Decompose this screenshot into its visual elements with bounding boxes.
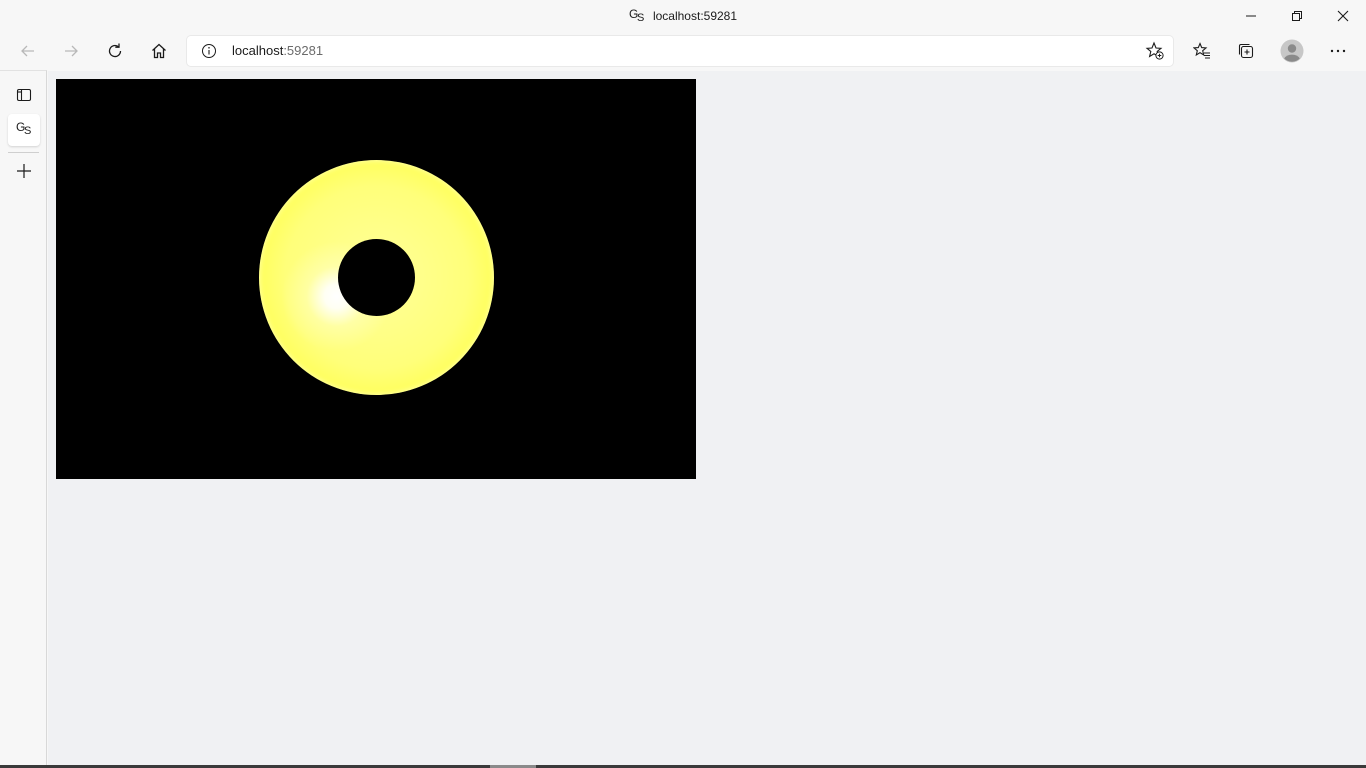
add-favorite-icon[interactable] (1145, 41, 1165, 61)
collections-button[interactable] (1230, 35, 1262, 67)
refresh-button[interactable] (99, 35, 131, 67)
profile-button[interactable] (1276, 35, 1308, 67)
tab-actions-button[interactable] (8, 79, 40, 111)
address-text[interactable]: localhost:59281 (232, 36, 323, 66)
forward-button[interactable] (55, 35, 87, 67)
close-button[interactable] (1320, 0, 1366, 32)
site-favicon-icon: G S (628, 7, 645, 24)
minimize-icon (1246, 15, 1256, 17)
window-title: G S localhost:59281 (0, 0, 1366, 32)
webgl-canvas[interactable] (56, 79, 696, 479)
collections-icon (1238, 43, 1254, 59)
tab-favicon-icon: G S (16, 120, 32, 137)
more-icon (1330, 49, 1346, 53)
title-bar: G S localhost:59281 (0, 0, 1366, 32)
close-icon (1337, 10, 1349, 22)
yellow-torus (259, 160, 494, 395)
refresh-icon (108, 43, 122, 58)
back-button[interactable] (12, 35, 44, 67)
browser-toolbar: localhost:59281 (0, 32, 1366, 70)
favorites-icon (1193, 42, 1210, 59)
forward-icon (65, 45, 78, 57)
profile-icon (1280, 39, 1304, 63)
home-button[interactable] (143, 35, 175, 67)
tab-divider (8, 152, 39, 153)
more-button[interactable] (1322, 35, 1354, 67)
tab-localhost[interactable]: G S (8, 114, 40, 146)
window-title-text: localhost:59281 (652, 9, 738, 23)
address-bar[interactable]: localhost:59281 (187, 36, 1173, 66)
page-content (48, 71, 1366, 765)
minimize-button[interactable] (1228, 0, 1274, 32)
back-icon (21, 45, 34, 57)
new-tab-button[interactable] (8, 155, 40, 187)
home-icon (152, 43, 166, 59)
restore-icon (1292, 11, 1302, 21)
restore-button[interactable] (1274, 0, 1320, 32)
tab-actions-icon (16, 88, 32, 102)
new-tab-icon (17, 164, 31, 178)
info-icon[interactable] (201, 43, 217, 59)
vertical-tab-strip: G S (0, 70, 47, 768)
favorites-button[interactable] (1186, 35, 1218, 67)
